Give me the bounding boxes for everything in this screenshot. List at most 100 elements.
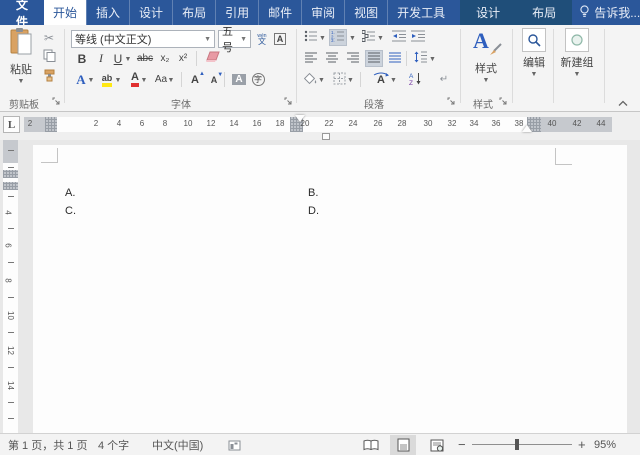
styles-dialog-launcher[interactable] [499,97,509,107]
doc-text-C[interactable]: C. [65,205,76,217]
align-center-button[interactable] [323,50,341,67]
paste-button[interactable]: 粘贴 ▼ [5,28,37,85]
subscript-button[interactable]: x₂ [156,50,174,67]
asian-layout-dropdown[interactable]: ▼ [389,71,398,88]
new-group-button[interactable]: 新建组 ▼ [556,28,598,78]
tab-邮件[interactable]: 邮件 [258,0,301,25]
editing-button[interactable]: 编辑 ▼ [517,28,551,78]
text-highlight-dropdown[interactable]: ▼ [113,71,123,88]
enclose-characters-button[interactable]: 字 [249,71,267,88]
paste-dropdown-arrow[interactable]: ▼ [5,78,37,85]
ruler-number-4: 4 [117,119,121,128]
asian-layout-button[interactable]: A [372,71,390,88]
contextual-tab-设计[interactable]: 设计 [460,0,516,25]
character-scaling-icon: A [373,72,389,88]
page-indicator[interactable]: 第 1 页，共 1 页 [8,434,87,455]
character-shading-button[interactable]: A [230,71,248,88]
vruler-tick [8,332,14,333]
tab-stop-selector[interactable]: L [3,116,20,133]
tab-开始[interactable]: 开始 [44,0,86,25]
strikethrough-button[interactable]: abc [136,50,154,67]
align-left-button[interactable] [302,50,320,67]
tab-视图[interactable]: 视图 [344,0,387,25]
underline-dropdown[interactable]: ▼ [123,50,133,67]
new-group-dropdown-arrow[interactable]: ▼ [556,71,598,78]
ruler-number-32: 32 [448,119,457,128]
styles-dropdown-arrow[interactable]: ▼ [466,77,506,84]
increase-indent-button[interactable] [409,29,427,46]
left-indent-marker[interactable] [322,133,330,140]
language-indicator[interactable]: 中文(中国) [152,434,203,455]
paragraph-dialog-launcher[interactable] [447,97,457,107]
page[interactable] [33,145,627,433]
editing-dropdown-arrow[interactable]: ▼ [517,71,551,78]
zoom-percentage[interactable]: 95% [594,434,616,455]
shading-dropdown[interactable]: ▼ [317,71,326,88]
line-spacing-dropdown[interactable]: ▼ [428,50,437,67]
font-size-combo[interactable]: 五号▼ [218,30,251,48]
tab-开发工具[interactable]: 开发工具 [387,0,454,25]
text-effects-dropdown[interactable]: ▼ [86,71,96,88]
format-painter-button[interactable] [40,68,58,85]
justify-button[interactable] [365,50,383,67]
decrease-indent-button[interactable] [390,29,408,46]
sort-button[interactable]: AZ [406,71,424,88]
ruler-number-10: 10 [184,119,193,128]
shrink-font-button[interactable]: A▼ [205,71,223,88]
styles-button[interactable]: A 样式 ▼ [466,28,506,84]
multilevel-list-dropdown[interactable]: ▼ [376,29,385,46]
word-count[interactable]: 4 个字 [98,434,129,455]
zoom-out-button[interactable]: − [458,434,466,455]
font-name-combo[interactable]: 等线 (中文正文)▼ [71,30,215,48]
vertical-ruler[interactable]: 468101214 [3,140,18,433]
align-right-button[interactable] [344,50,362,67]
numbering-dropdown[interactable]: ▼ [348,29,357,46]
bold-button[interactable]: B [73,50,91,67]
show-hide-marks-button[interactable]: ↵ [435,71,453,88]
doc-text-A[interactable]: A. [65,187,75,199]
italic-button[interactable]: I [92,50,110,67]
collapse-ribbon-button[interactable] [618,98,628,110]
vruler-number-6: 6 [4,243,13,247]
superscript-button[interactable]: x² [174,50,192,67]
increase-indent-icon [411,30,426,45]
macro-record-icon[interactable] [228,434,241,455]
clear-formatting-button[interactable] [202,50,224,67]
font-dialog-launcher[interactable] [284,97,294,107]
numbering-button[interactable]: 1.2.3. [329,29,347,46]
tab-审阅[interactable]: 审阅 [301,0,344,25]
borders-dropdown[interactable]: ▼ [346,71,355,88]
font-color-dropdown[interactable]: ▼ [139,71,149,88]
right-indent-marker[interactable] [522,125,532,132]
change-case-dropdown[interactable]: ▼ [166,71,176,88]
grow-font-button[interactable]: A▲ [186,71,204,88]
first-line-indent-marker[interactable] [295,115,305,122]
copy-button[interactable] [40,48,58,65]
tell-me-button[interactable]: 告诉我... [572,0,640,25]
font-color-icon: A [131,72,139,87]
bullets-dropdown[interactable]: ▼ [318,29,327,46]
zoom-slider-track[interactable] [472,444,572,445]
character-border-button[interactable]: A [271,30,289,47]
tab-布局[interactable]: 布局 [172,0,215,25]
web-layout-button[interactable] [424,435,450,455]
tab-引用[interactable]: 引用 [215,0,258,25]
vruler-tick [8,150,14,151]
print-layout-button[interactable] [390,435,416,455]
distribute-button[interactable] [386,50,404,67]
doc-text-D[interactable]: D. [308,205,319,217]
zoom-in-button[interactable]: + [578,434,586,455]
cut-button[interactable]: ✂ [40,29,58,46]
zoom-slider-thumb[interactable] [515,439,519,450]
clipboard-dialog-launcher[interactable] [52,97,62,107]
tab-插入[interactable]: 插入 [86,0,129,25]
phonetic-guide-button[interactable]: wén文 [253,30,271,47]
doc-text-B[interactable]: B. [308,187,318,199]
tab-设计[interactable]: 设计 [129,0,172,25]
highlight-icon: ab [102,73,113,87]
underline-icon: U [114,52,123,66]
contextual-tab-布局[interactable]: 布局 [516,0,572,25]
tab-file[interactable]: 文件 [0,0,44,25]
read-mode-button[interactable] [358,435,384,455]
ruler-number-42: 42 [573,119,582,128]
